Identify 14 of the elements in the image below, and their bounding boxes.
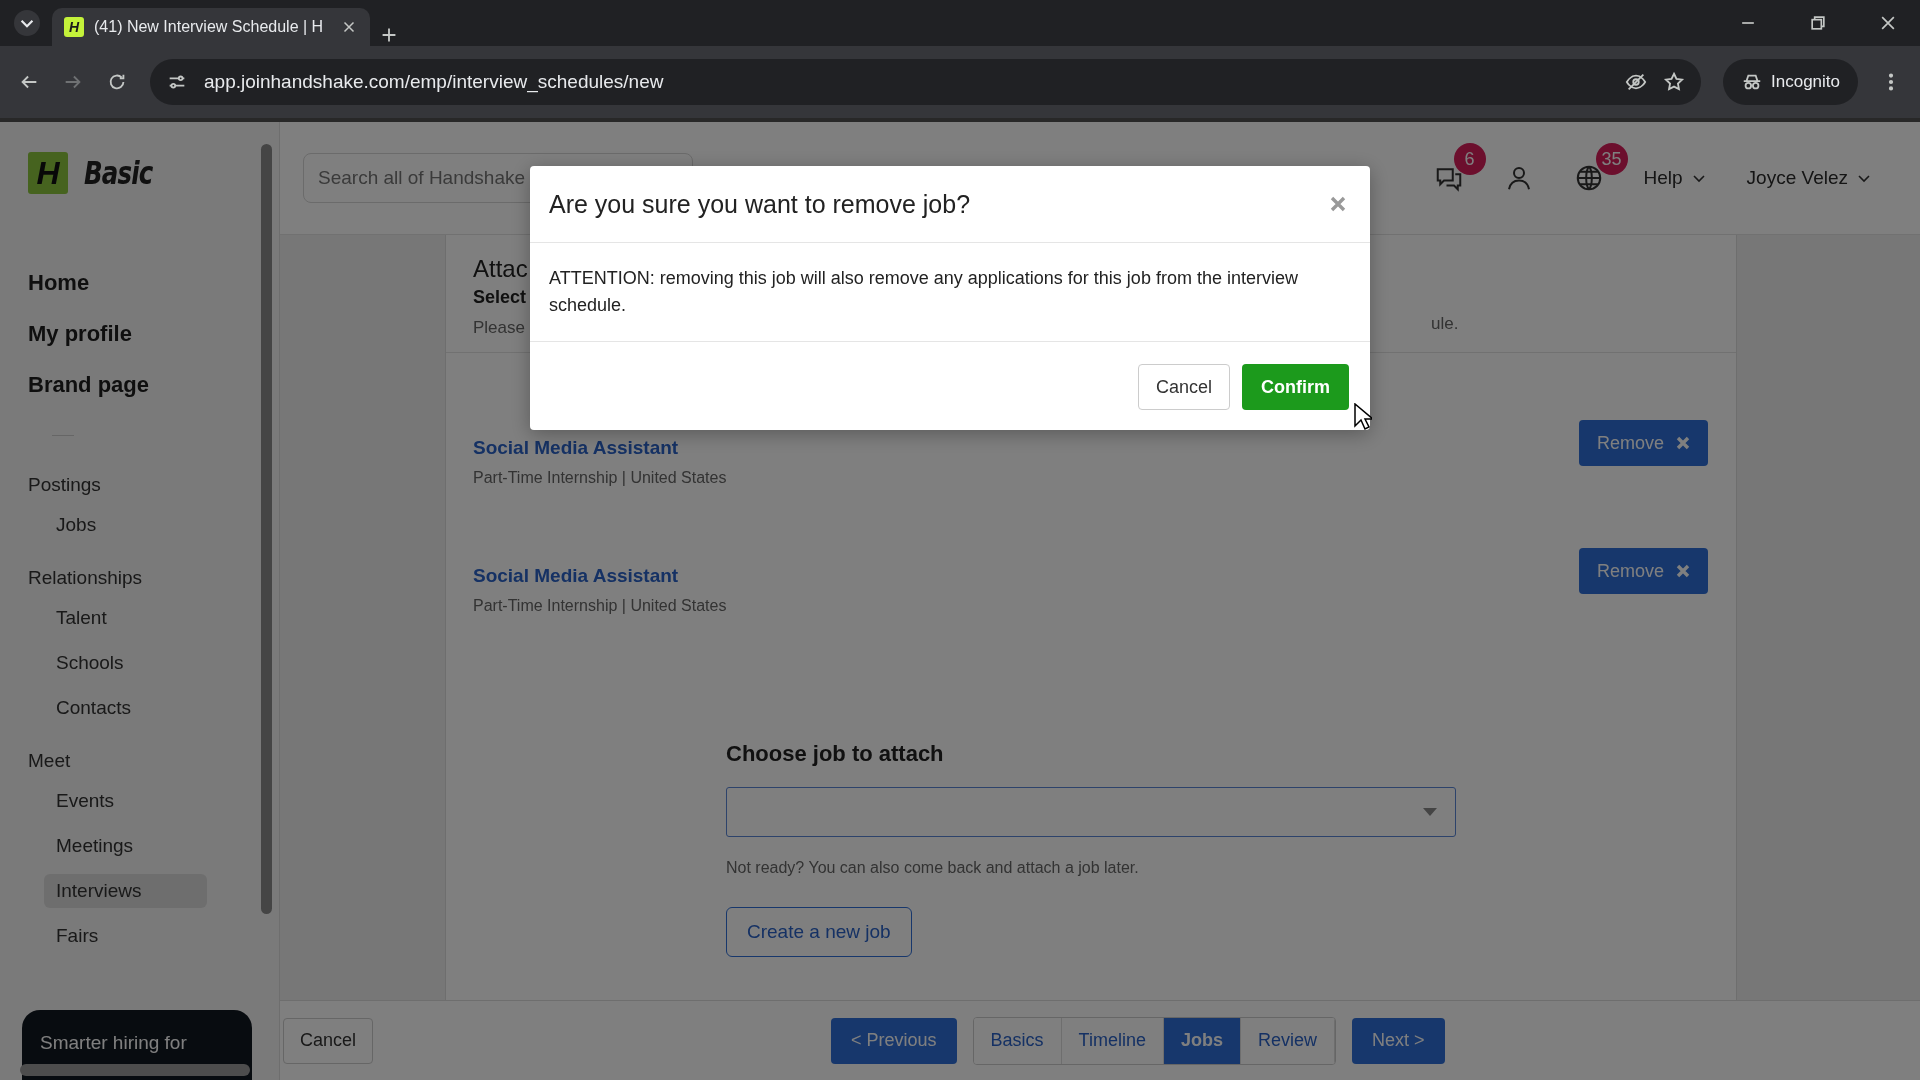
instruction-text: Please — [473, 318, 525, 338]
notification-badge: 6 — [1453, 143, 1486, 175]
hint-text: Not ready? You can also come back and attach a job later. — [726, 859, 1140, 877]
url-text: app.joinhandshake.com/emp/interview_schedules/new — [204, 71, 665, 93]
job-details: Part-Time Internship | United States — [473, 597, 727, 615]
dialog-message: ATTENTION: removing this job will also remove any applications for this job from the interview schedule. — [530, 243, 1370, 342]
section-subheading: Select — [473, 287, 527, 308]
instruction-text: ule. — [1431, 314, 1459, 334]
job-details: Part-Time Internship | United States — [473, 469, 727, 487]
favicon: H — [64, 17, 84, 37]
section-heading: Attac — [473, 255, 528, 283]
notification-badge: 35 — [1595, 143, 1628, 175]
tab-title: (41) New Interview Schedule | H — [94, 18, 325, 36]
field-label: Choose job to attach — [726, 741, 945, 767]
